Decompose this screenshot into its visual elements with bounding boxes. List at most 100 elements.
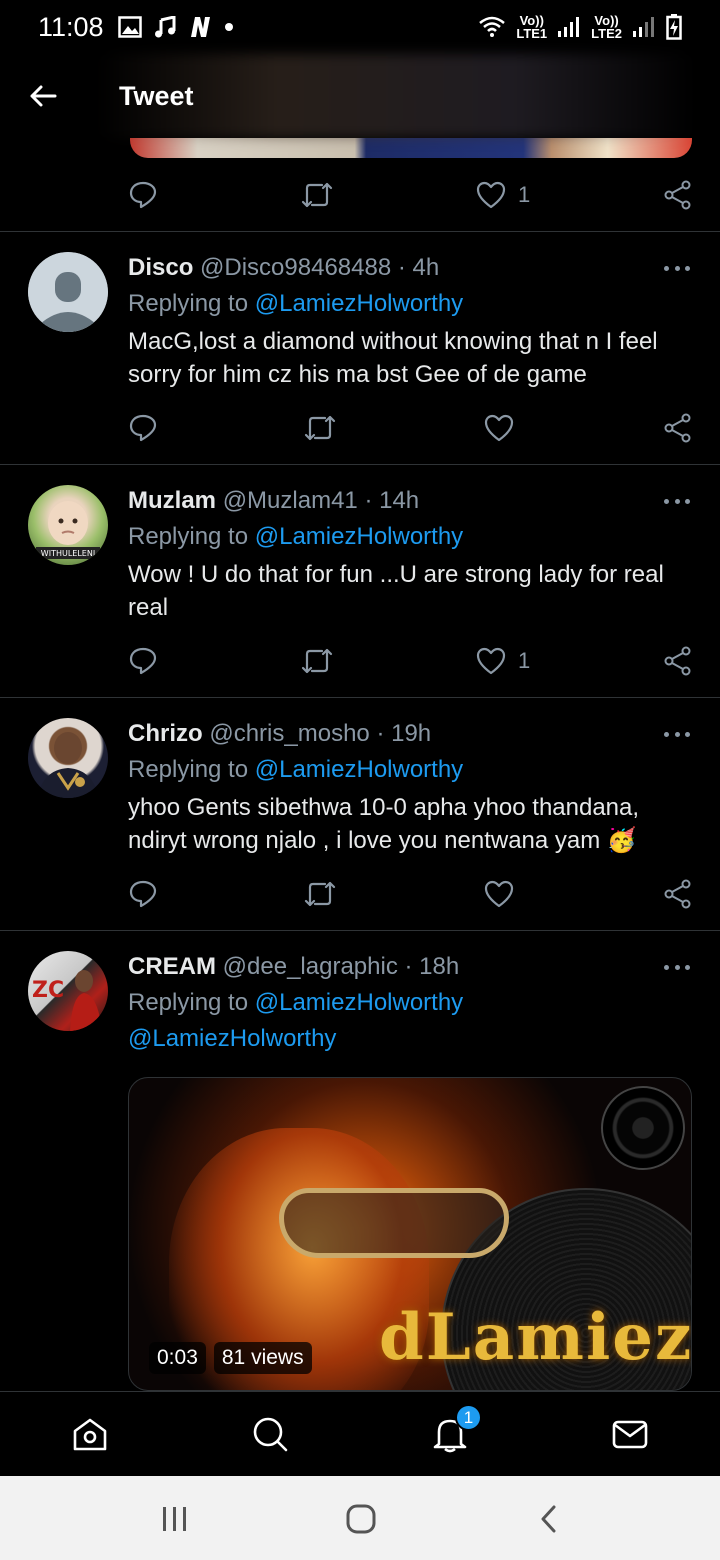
- reply-button[interactable]: [128, 646, 158, 676]
- replying-to-link[interactable]: @LamiezHolworthy: [255, 989, 463, 1016]
- home-system-button[interactable]: [341, 1501, 381, 1537]
- replying-to-link[interactable]: @LamiezHolworthy: [255, 756, 463, 783]
- dot-icon: [224, 23, 233, 31]
- replying-to-link[interactable]: @LamiezHolworthy: [255, 523, 463, 550]
- home-square-icon: [346, 1504, 376, 1534]
- avatar[interactable]: WITHULELENI: [28, 485, 108, 565]
- display-name[interactable]: CREAM: [128, 953, 216, 980]
- video-logo-text: dLamiez: [379, 1300, 692, 1375]
- like-button[interactable]: [484, 880, 514, 908]
- avatar[interactable]: ZC: [28, 951, 108, 1031]
- nav-search[interactable]: [250, 1414, 290, 1454]
- display-name[interactable]: Muzlam: [128, 487, 216, 514]
- heart-icon: [476, 181, 506, 209]
- wifi-icon: [479, 16, 506, 37]
- sim1-label: LTE1: [516, 26, 548, 41]
- back-button[interactable]: [0, 54, 86, 138]
- tweet-text: MacG,lost a diamond without knowing that…: [128, 328, 658, 388]
- reply-button[interactable]: [128, 180, 158, 210]
- share-icon: [664, 646, 691, 676]
- replying-to-link[interactable]: @LamiezHolworthy: [255, 290, 463, 317]
- display-name[interactable]: Disco: [128, 254, 193, 281]
- retweet-icon: [304, 881, 336, 907]
- divider: [0, 930, 720, 931]
- heart-icon: [484, 414, 514, 442]
- author-line: Disco @Disco98468488 · 4h: [128, 250, 688, 286]
- reply-icon: [129, 647, 157, 675]
- replying-to: Replying to @LamiezHolworthy: [128, 519, 688, 555]
- like-count: 1: [518, 648, 531, 673]
- share-icon: [664, 879, 691, 909]
- reply-button[interactable]: [128, 879, 158, 909]
- author-line: Muzlam @Muzlam41 · 14h: [128, 483, 688, 519]
- share-button[interactable]: [664, 180, 692, 210]
- replying-prefix: Replying to: [128, 523, 249, 550]
- username[interactable]: @Disco98468488: [200, 254, 391, 281]
- reply-icon: [129, 880, 157, 908]
- divider: [0, 231, 720, 232]
- nav-notifications[interactable]: 1: [430, 1404, 482, 1454]
- nav-home[interactable]: [70, 1414, 110, 1454]
- display-name[interactable]: Chrizo: [128, 720, 203, 747]
- username[interactable]: @chris_mosho: [209, 720, 369, 747]
- speaker-graphic: [601, 1086, 685, 1170]
- heart-icon: [476, 647, 506, 675]
- reply-content: Chrizo @chris_mosho · 19h Replying to @L…: [128, 716, 688, 857]
- signal2-icon: [633, 17, 654, 37]
- video-player[interactable]: dLamiez 0:03 81 views: [128, 1077, 692, 1391]
- replying-to: Replying to @LamiezHolworthy: [128, 985, 688, 1021]
- back-system-button[interactable]: [529, 1501, 569, 1537]
- retweet-button[interactable]: [303, 413, 337, 443]
- username[interactable]: @Muzlam41: [223, 487, 358, 514]
- mail-icon: [612, 1420, 648, 1449]
- tweet-actions: 1: [128, 641, 694, 681]
- retweet-icon: [301, 182, 333, 208]
- share-button[interactable]: [664, 646, 692, 676]
- replying-prefix: Replying to: [128, 989, 249, 1016]
- share-icon: [664, 180, 691, 210]
- like-button[interactable]: 1: [476, 181, 530, 209]
- username[interactable]: @dee_lagraphic: [223, 953, 398, 980]
- replying-to: Replying to @LamiezHolworthy: [128, 752, 688, 788]
- top-app-bar: Tweet: [0, 54, 720, 138]
- mention-link[interactable]: @LamiezHolworthy: [128, 1021, 688, 1057]
- home-icon: [73, 1418, 107, 1451]
- timestamp: · 4h: [397, 254, 440, 281]
- heart-icon: [484, 880, 514, 908]
- gallery-icon: [117, 16, 142, 38]
- music-icon: [154, 16, 176, 38]
- netflix-n-icon: [190, 17, 210, 37]
- replying-prefix: Replying to: [128, 756, 249, 783]
- previous-tweet-media[interactable]: [130, 138, 692, 158]
- system-navigation-bar: [0, 1476, 720, 1560]
- retweet-icon: [301, 648, 333, 674]
- divider: [0, 464, 720, 465]
- avatar[interactable]: [28, 718, 108, 798]
- divider: [0, 697, 720, 698]
- recent-apps-button[interactable]: [154, 1501, 194, 1537]
- back-chevron-icon: [541, 1505, 556, 1533]
- retweet-button[interactable]: [303, 879, 337, 909]
- status-time: 11:08: [38, 11, 104, 42]
- tweet-actions: [128, 408, 694, 448]
- reply-button[interactable]: [128, 413, 158, 443]
- default-avatar-icon: [28, 252, 108, 332]
- replying-prefix: Replying to: [128, 290, 249, 317]
- video-duration: 0:03: [149, 1342, 206, 1374]
- retweet-button[interactable]: [300, 180, 334, 210]
- share-button[interactable]: [664, 413, 692, 443]
- like-button[interactable]: 1: [476, 647, 530, 675]
- like-button[interactable]: [484, 414, 514, 442]
- retweet-button[interactable]: [300, 646, 334, 676]
- share-button[interactable]: [664, 879, 692, 909]
- timestamp: · 18h: [404, 953, 460, 980]
- svg-text:WITHULELENI: WITHULELENI: [41, 549, 95, 558]
- nav-messages[interactable]: [610, 1414, 650, 1454]
- timestamp: · 19h: [376, 720, 432, 747]
- previous-tweet-actions: 1: [128, 175, 694, 215]
- retweet-icon: [304, 415, 336, 441]
- search-icon: [253, 1417, 288, 1452]
- avatar[interactable]: [28, 252, 108, 332]
- timestamp: · 14h: [364, 487, 420, 514]
- battery-charging-icon: [666, 14, 682, 40]
